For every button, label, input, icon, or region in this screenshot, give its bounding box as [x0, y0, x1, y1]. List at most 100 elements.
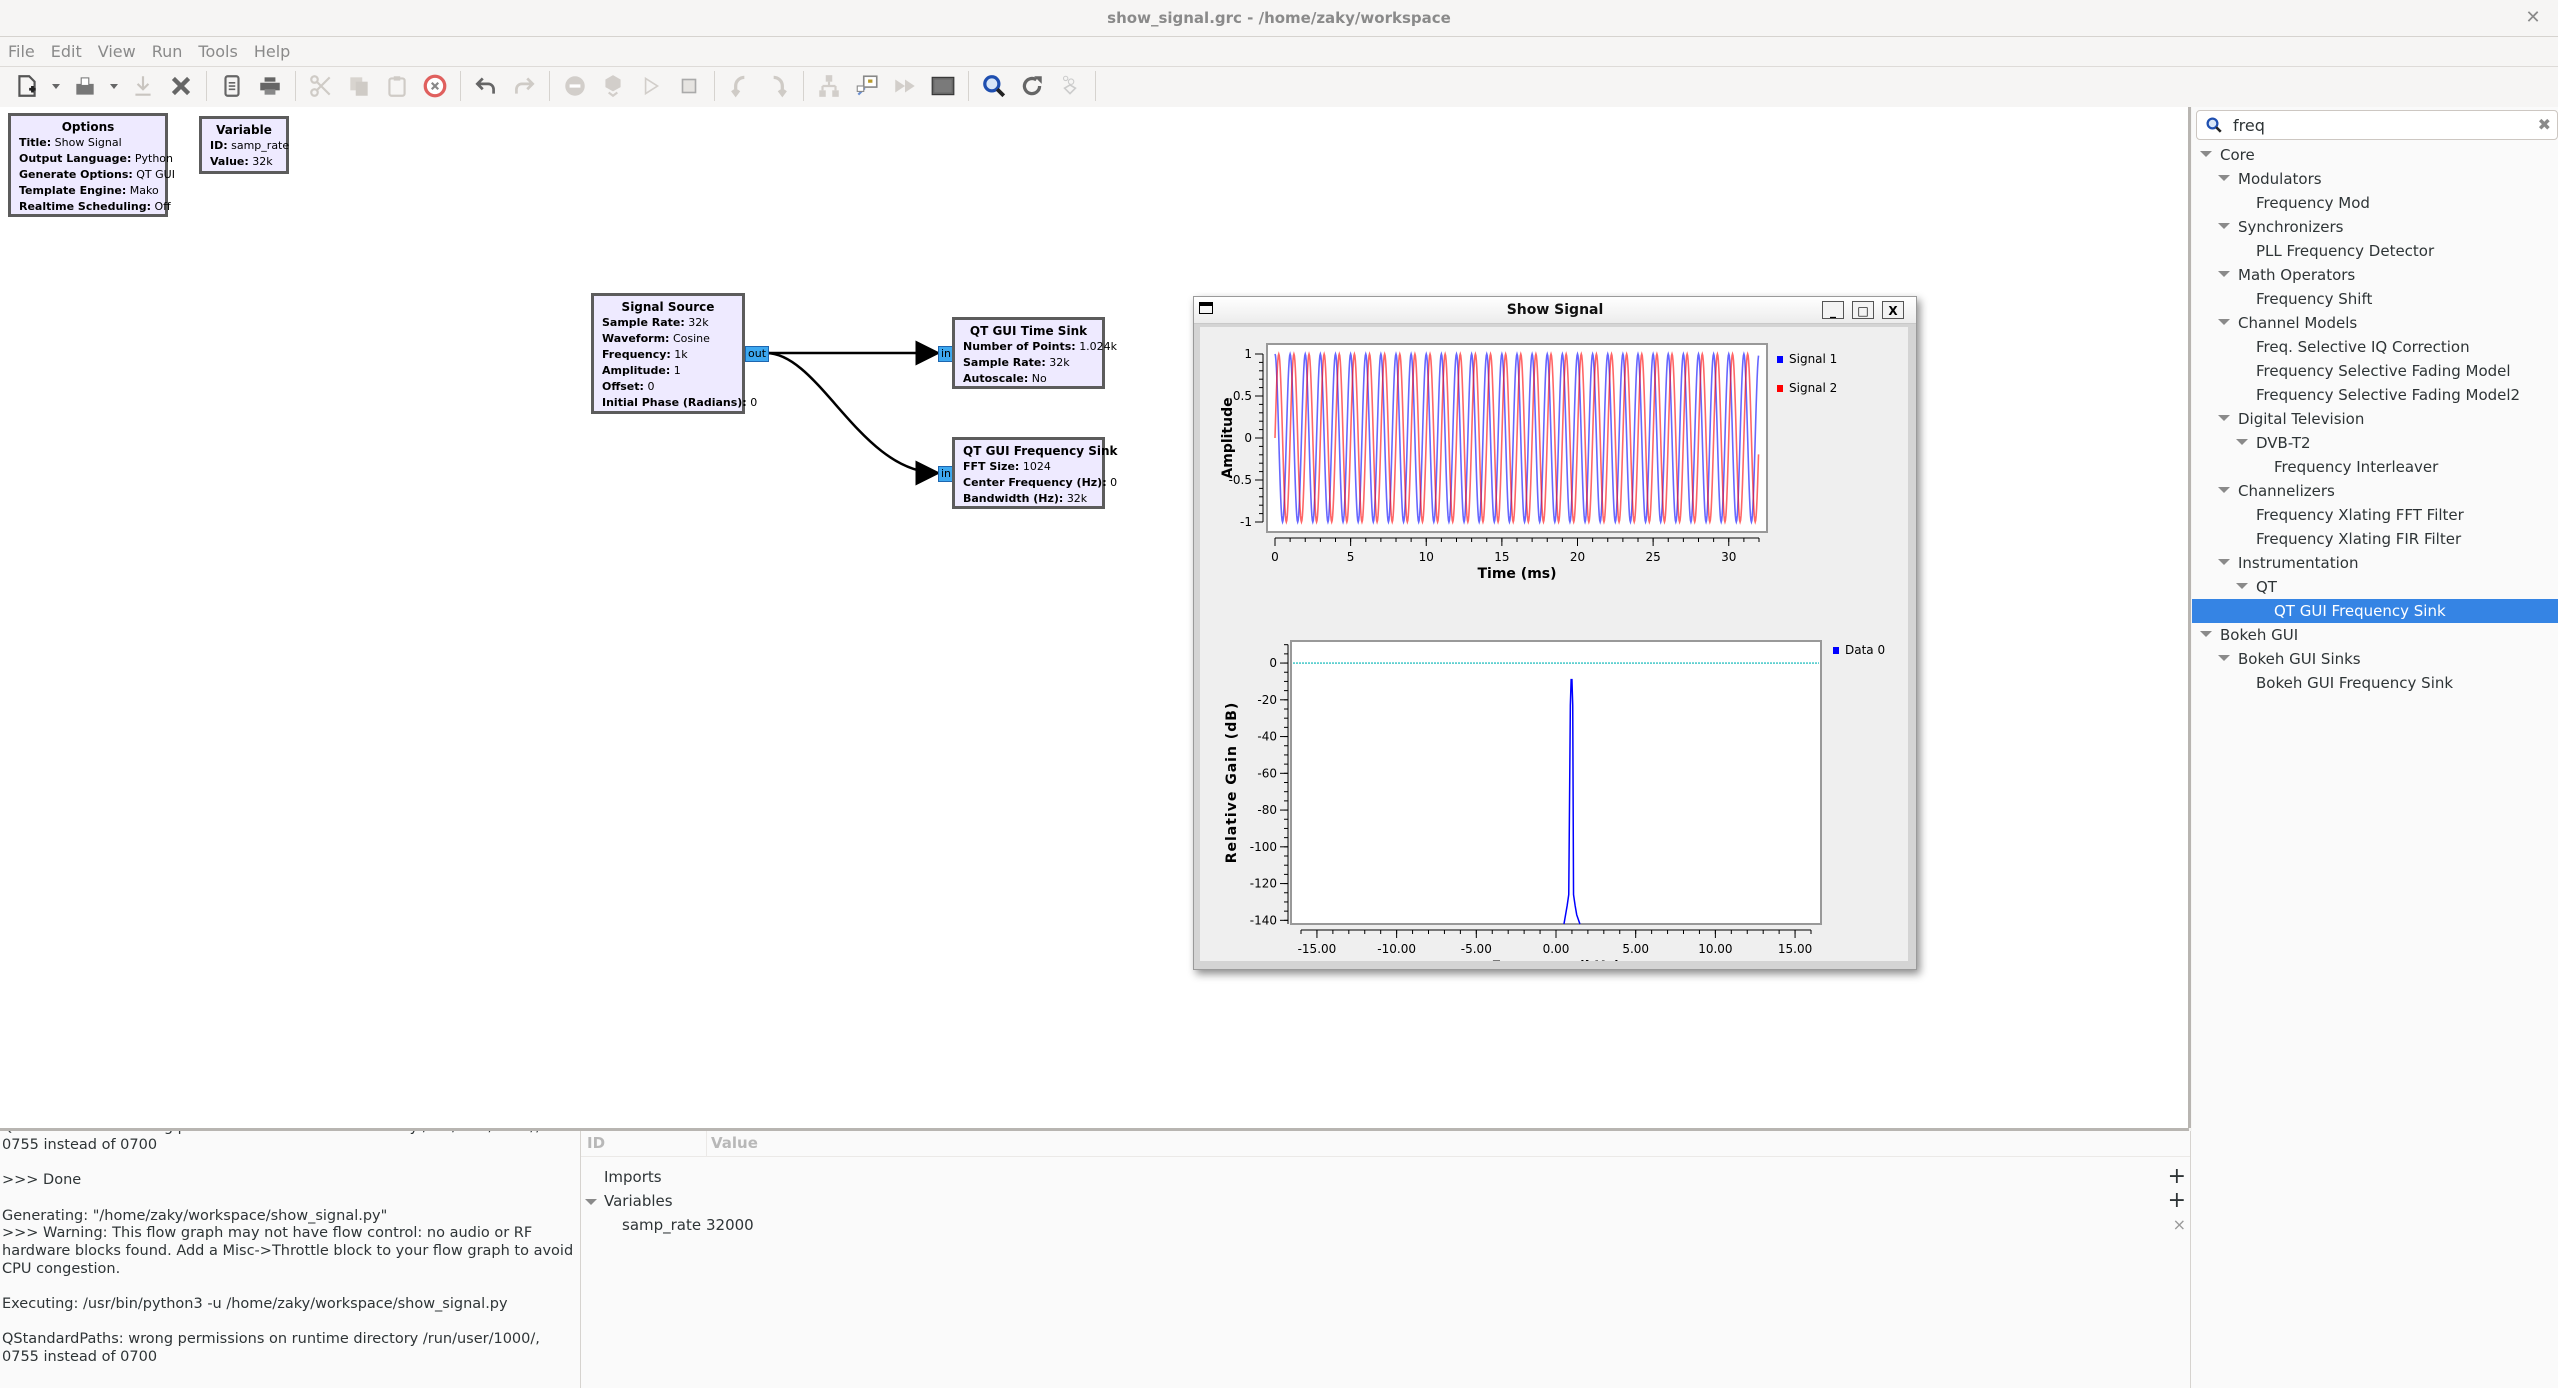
- tree-item[interactable]: DVB-T2: [2192, 431, 2558, 455]
- paste-button[interactable]: [380, 69, 414, 103]
- tree-item[interactable]: Channelizers: [2192, 479, 2558, 503]
- expander-arrow-icon[interactable]: [2218, 270, 2230, 277]
- column-value[interactable]: Value: [706, 1131, 758, 1156]
- tree-item[interactable]: Frequency Mod: [2192, 191, 2558, 215]
- window-close-button[interactable]: ✕: [2518, 0, 2548, 36]
- tree-item[interactable]: Frequency Selective Fading Model: [2192, 359, 2558, 383]
- open-button[interactable]: [68, 69, 102, 103]
- open-dropdown-button[interactable]: [106, 69, 122, 103]
- tree-item[interactable]: Channel Models: [2192, 311, 2558, 335]
- console-output[interactable]: QStandardPaths: wrong permissions on run…: [0, 1131, 581, 1388]
- create-hier-button[interactable]: [812, 69, 846, 103]
- bubbles-button[interactable]: [1053, 69, 1087, 103]
- tree-item-label: Synchronizers: [2238, 218, 2344, 236]
- freq-sink-block[interactable]: QT GUI Frequency Sink FFT Size: 1024 Cen…: [952, 437, 1118, 509]
- execute-button[interactable]: [634, 69, 668, 103]
- cut-button[interactable]: [304, 69, 338, 103]
- show-signal-window[interactable]: Show Signal _ □ X 1 0.5 0 -0.5 -1 0 5 10 15 20 25 3…: [1193, 296, 1917, 970]
- time-sink-block[interactable]: QT GUI Time Sink Number of Points: 1.024…: [952, 317, 1117, 389]
- tree-item[interactable]: Digital Television: [2192, 407, 2558, 431]
- variable-row[interactable]: Imports +: [581, 1165, 2190, 1189]
- tree-item[interactable]: Bokeh GUI: [2192, 623, 2558, 647]
- window-menu-icon[interactable]: [1199, 302, 1213, 314]
- tree-item[interactable]: Freq. Selective IQ Correction: [2192, 335, 2558, 359]
- expander-arrow-icon[interactable]: [2218, 222, 2230, 229]
- menu-tools[interactable]: Tools: [190, 37, 245, 66]
- tree-item[interactable]: Instrumentation: [2192, 551, 2558, 575]
- find-block-button[interactable]: [850, 69, 884, 103]
- add-icon[interactable]: +: [2168, 1165, 2186, 1189]
- tree-item[interactable]: QT GUI Frequency Sink: [2192, 599, 2558, 623]
- menu-edit[interactable]: Edit: [43, 37, 90, 66]
- tree-item[interactable]: Frequency Xlating FFT Filter: [2192, 503, 2558, 527]
- expander-arrow-icon[interactable]: [2218, 174, 2230, 181]
- expander-arrow-icon[interactable]: [2236, 438, 2248, 445]
- time-domain-plot[interactable]: 10.50-0.5-10 5 10 15 20 25 30Time (ms)Amplitud…: [1200, 327, 1908, 627]
- bypass-block-button[interactable]: [596, 69, 630, 103]
- search-button[interactable]: [977, 69, 1011, 103]
- tree-item[interactable]: Frequency Shift: [2192, 287, 2558, 311]
- disable-block-button[interactable]: [558, 69, 592, 103]
- menu-view[interactable]: View: [90, 37, 144, 66]
- search-input[interactable]: freq: [2233, 114, 2265, 138]
- expander-arrow-icon[interactable]: [2200, 630, 2212, 637]
- tree-item[interactable]: Frequency Interleaver: [2192, 455, 2558, 479]
- output-port[interactable]: out: [745, 346, 770, 362]
- tree-item[interactable]: Math Operators: [2192, 263, 2558, 287]
- variable-value[interactable]: 32000: [706, 1213, 754, 1237]
- signal-source-block[interactable]: Signal Source Sample Rate: 32k Waveform:…: [591, 293, 757, 414]
- screenshot-button[interactable]: [215, 69, 249, 103]
- tree-item[interactable]: Synchronizers: [2192, 215, 2558, 239]
- variable-row[interactable]: Variables +: [581, 1189, 2190, 1213]
- tree-item[interactable]: QT: [2192, 575, 2558, 599]
- new-button[interactable]: [10, 69, 44, 103]
- minimize-button[interactable]: _: [1822, 301, 1844, 319]
- tree-item[interactable]: Bokeh GUI Frequency Sink: [2192, 671, 2558, 695]
- expander-arrow-icon[interactable]: [2218, 558, 2230, 565]
- new-dropdown-button[interactable]: [48, 69, 64, 103]
- tree-item[interactable]: Modulators: [2192, 167, 2558, 191]
- menu-help[interactable]: Help: [246, 37, 298, 66]
- block-search-field[interactable]: freq ✖: [2196, 110, 2558, 140]
- maximize-button[interactable]: □: [1852, 301, 1874, 319]
- expander-arrow-icon[interactable]: [2218, 318, 2230, 325]
- tree-item[interactable]: Frequency Selective Fading Model2: [2192, 383, 2558, 407]
- column-id[interactable]: ID: [587, 1131, 605, 1156]
- reload-button[interactable]: [1015, 69, 1049, 103]
- close-flowgraph-button[interactable]: [164, 69, 198, 103]
- rotate-ccw-button[interactable]: [723, 69, 757, 103]
- kill-button[interactable]: [672, 69, 706, 103]
- save-button[interactable]: [126, 69, 160, 103]
- redo-button[interactable]: [507, 69, 541, 103]
- expander-arrow-icon[interactable]: [585, 1199, 597, 1205]
- expander-arrow-icon[interactable]: [2218, 486, 2230, 493]
- generate-button[interactable]: [926, 69, 960, 103]
- qt-window-titlebar[interactable]: Show Signal _ □ X: [1194, 297, 1916, 324]
- expander-arrow-icon[interactable]: [2218, 414, 2230, 421]
- menu-run[interactable]: Run: [144, 37, 191, 66]
- rotate-cw-button[interactable]: [761, 69, 795, 103]
- clear-icon[interactable]: ✖: [2538, 115, 2551, 134]
- tree-item[interactable]: Core: [2192, 143, 2558, 167]
- delete-button[interactable]: [418, 69, 452, 103]
- panel-divider[interactable]: [2188, 107, 2191, 1128]
- x-tick-label: 10: [1419, 550, 1434, 564]
- connection-freq-sink[interactable]: [765, 351, 941, 486]
- remove-icon[interactable]: ×: [2173, 1213, 2186, 1237]
- tree-item[interactable]: PLL Frequency Detector: [2192, 239, 2558, 263]
- fast-forward-button[interactable]: [888, 69, 922, 103]
- tree-item[interactable]: Frequency Xlating FIR Filter: [2192, 527, 2558, 551]
- copy-button[interactable]: [342, 69, 376, 103]
- expander-arrow-icon[interactable]: [2236, 582, 2248, 589]
- tree-item[interactable]: Bokeh GUI Sinks: [2192, 647, 2558, 671]
- frequency-domain-plot[interactable]: 0 -20 -40 -60 -80 -100 -120 -140 -15.00 -10.00 -5.…: [1200, 627, 1908, 961]
- expander-arrow-icon[interactable]: [2200, 150, 2212, 157]
- expander-arrow-icon[interactable]: [2218, 654, 2230, 661]
- close-button[interactable]: X: [1882, 301, 1904, 319]
- menu-file[interactable]: File: [0, 37, 43, 66]
- toolbar-separator: [968, 71, 969, 101]
- add-icon[interactable]: +: [2168, 1189, 2186, 1213]
- variable-row[interactable]: samp_rate 32000 ×: [581, 1213, 2190, 1237]
- undo-button[interactable]: [469, 69, 503, 103]
- print-button[interactable]: [253, 69, 287, 103]
